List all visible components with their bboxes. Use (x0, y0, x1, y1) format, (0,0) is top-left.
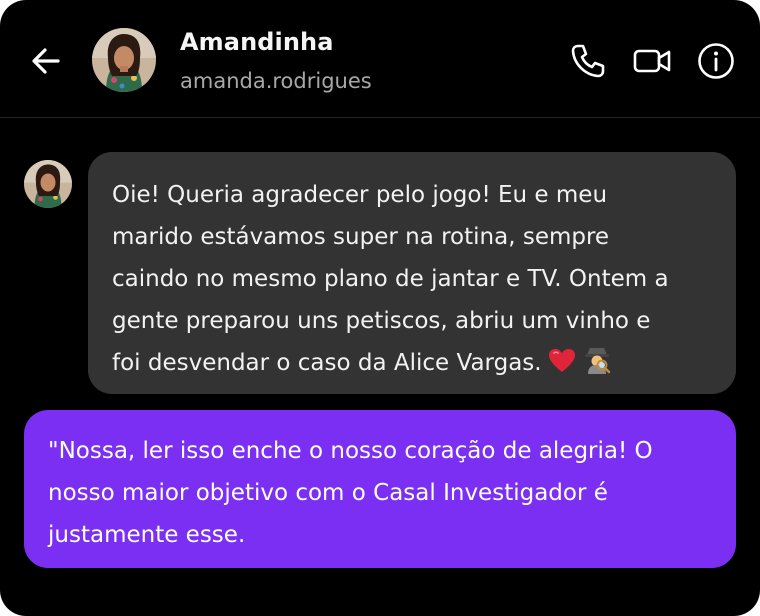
info-icon[interactable] (696, 41, 736, 81)
back-arrow-icon[interactable] (28, 43, 64, 79)
video-call-icon[interactable] (632, 41, 672, 81)
incoming-message-bubble[interactable]: Oie! Queria agradecer pelo jogo! Eu e me… (88, 152, 736, 394)
contact-username[interactable]: amanda.rodrigues (180, 69, 372, 93)
message-sender-avatar[interactable] (24, 160, 72, 208)
contact-avatar[interactable] (92, 28, 156, 92)
detective-emoji-icon (582, 344, 612, 388)
contact-name[interactable]: Amandinha (180, 28, 334, 56)
dm-screen: Amandinha amanda.rodrigues Oie! Queria a… (0, 0, 760, 616)
outgoing-message-text: "Nossa, ler isso enche o nosso coração d… (48, 438, 653, 548)
heart-emoji-icon (548, 346, 576, 388)
chat-header: Amandinha amanda.rodrigues (0, 0, 760, 118)
phone-call-icon[interactable] (568, 41, 608, 81)
outgoing-message-bubble[interactable]: "Nossa, ler isso enche o nosso coração d… (24, 410, 736, 568)
